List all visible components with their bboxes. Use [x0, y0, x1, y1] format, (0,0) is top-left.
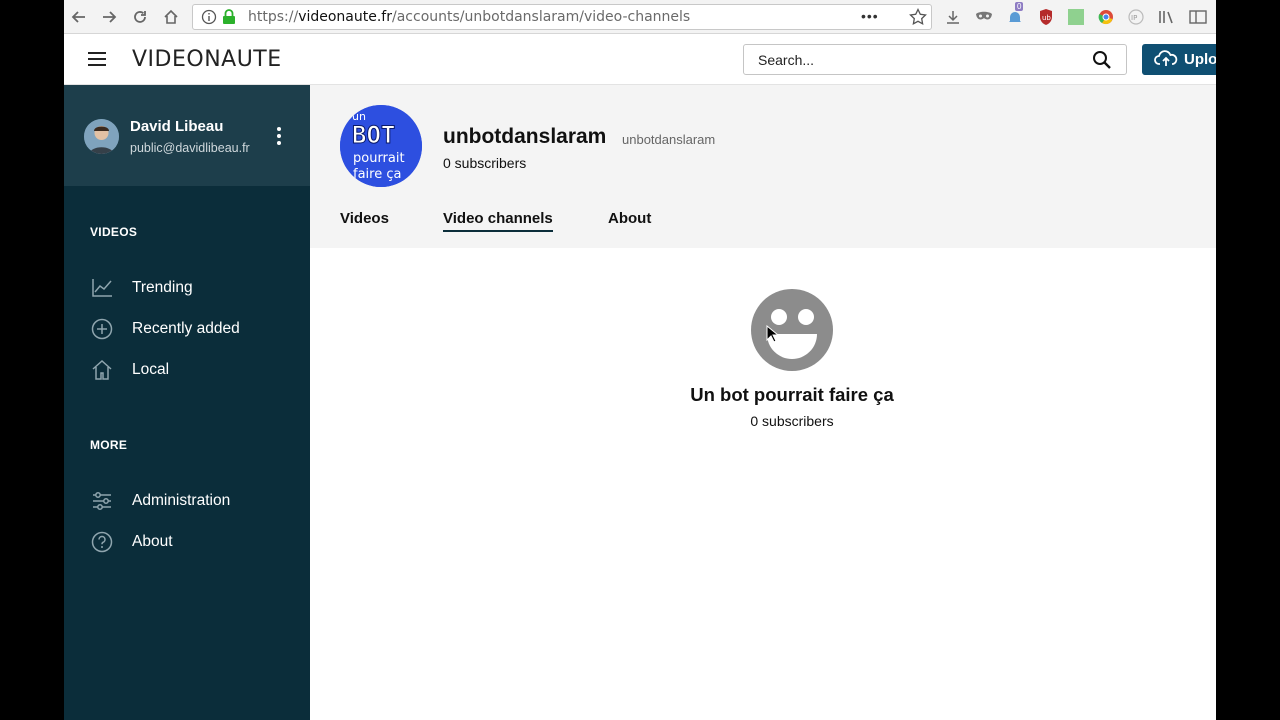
lock-icon [222, 9, 236, 30]
search-input[interactable] [758, 50, 1078, 70]
mask-extension-icon[interactable] [974, 7, 994, 27]
reload-icon[interactable] [129, 6, 151, 28]
avatar-text-bot: BOT [352, 121, 395, 149]
browser-toolbar: https://videonaute.fr/accounts/unbotdans… [64, 0, 1216, 34]
user-panel: David Libeau public@davidlibeau.fr [64, 85, 310, 186]
tab-about[interactable]: About [608, 210, 651, 227]
download-icon[interactable] [943, 7, 963, 27]
search-box [743, 44, 1127, 75]
bookmark-star-icon[interactable] [909, 7, 927, 31]
user-email: public@davidlibeau.fr [130, 141, 250, 155]
url-prefix: https:// [248, 9, 299, 25]
hamburger-menu-icon[interactable] [88, 51, 106, 72]
library-icon[interactable] [1157, 7, 1177, 27]
forward-icon[interactable] [98, 6, 120, 28]
info-icon[interactable] [201, 9, 217, 30]
url-bar[interactable]: https://videonaute.fr/accounts/unbotdans… [192, 4, 932, 30]
account-header: un BOT pourrait faire ça unbotdanslaram … [310, 85, 1216, 248]
sidebar-item-label: Recently added [132, 320, 240, 337]
url-text: https://videonaute.fr/accounts/unbotdans… [248, 9, 690, 25]
help-circle-icon [90, 530, 114, 554]
sidebar-item-label: Administration [132, 492, 231, 509]
app-header: VIDEONAUTE Uplo [64, 34, 1216, 85]
sidebar-item-administration[interactable]: Administration [90, 488, 230, 514]
upload-label: Uplo [1184, 51, 1216, 68]
account-display-name: unbotdanslaram [443, 125, 607, 148]
tab-videos[interactable]: Videos [340, 210, 389, 227]
app-window: https://videonaute.fr/accounts/unbotdans… [64, 0, 1216, 720]
page-actions-icon[interactable]: ••• [861, 8, 879, 24]
sliders-icon [90, 489, 114, 513]
search-icon[interactable] [1092, 50, 1112, 75]
notification-badge: 0 [1015, 2, 1024, 11]
sidebar-item-label: Local [132, 361, 170, 378]
channel-title[interactable]: Un bot pourrait faire ça [310, 384, 1216, 406]
avatar-text-pourrait: pourrait [353, 151, 405, 166]
sidebar-item-label: About [132, 533, 173, 550]
notification-extension-icon[interactable]: 0 [1005, 2, 1025, 27]
cloud-upload-icon [1154, 49, 1178, 71]
user-menu-icon[interactable] [272, 125, 286, 147]
url-path: /accounts/unbotdanslaram/video-channels [392, 9, 691, 25]
account-handle: unbotdanslaram [622, 132, 716, 147]
sidebar-item-recently-added[interactable]: Recently added [90, 316, 240, 342]
sidebar-item-local[interactable]: Local [90, 357, 169, 383]
account-subscribers: 0 subscribers [443, 155, 527, 171]
avatar[interactable] [84, 119, 119, 154]
home-button-icon[interactable] [160, 6, 182, 28]
trending-icon [90, 276, 114, 300]
channel-avatar[interactable] [751, 289, 833, 371]
avatar-text-faire: faire ça [353, 167, 401, 182]
plus-circle-icon [90, 317, 114, 341]
sidebar: David Libeau public@davidlibeau.fr VIDEO… [64, 85, 310, 720]
ublock-icon[interactable]: ub [1036, 7, 1056, 27]
sidebar-toggle-icon[interactable] [1188, 7, 1208, 27]
channel-subscribers: 0 subscribers [750, 413, 834, 429]
account-avatar: un BOT pourrait faire ça [340, 105, 422, 187]
section-title-videos: VIDEOS [90, 225, 138, 239]
channel-card: Un bot pourrait faire ça 0 subscribers [310, 248, 1216, 720]
tab-video-channels[interactable]: Video channels [443, 210, 553, 232]
svg-text:IP: IP [1131, 14, 1137, 22]
ip-extension-icon[interactable]: IP [1126, 7, 1146, 27]
sidebar-item-about[interactable]: About [90, 529, 173, 555]
url-host: videonaute.fr [298, 9, 392, 25]
chrome-icon[interactable] [1096, 7, 1116, 27]
green-square-extension-icon[interactable] [1066, 7, 1086, 27]
back-icon[interactable] [68, 6, 90, 28]
mouse-cursor-icon [766, 324, 780, 348]
sidebar-item-trending[interactable]: Trending [90, 275, 193, 301]
upload-button[interactable]: Uplo [1142, 44, 1216, 75]
home-icon [90, 358, 114, 382]
user-name[interactable]: David Libeau [130, 118, 223, 135]
sidebar-item-label: Trending [132, 279, 193, 296]
svg-text:ub: ub [1042, 14, 1051, 22]
site-logo[interactable]: VIDEONAUTE [132, 47, 282, 72]
section-title-more: MORE [90, 438, 128, 452]
